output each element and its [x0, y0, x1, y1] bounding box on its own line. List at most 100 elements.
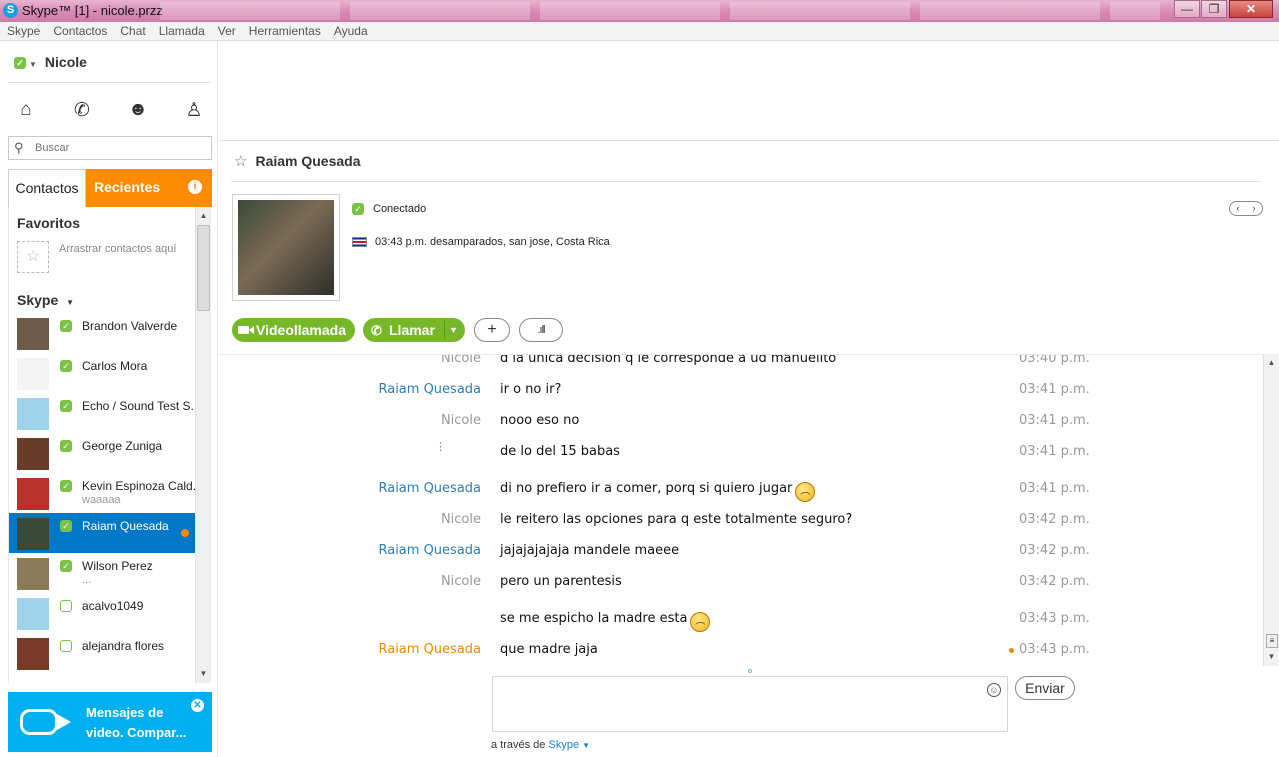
- message-time: 03:41 p.m.: [1019, 413, 1090, 428]
- message-sender[interactable]: Nicole: [441, 574, 481, 589]
- menu-item-herramientas[interactable]: Herramientas: [242, 22, 327, 38]
- menu-item-skype[interactable]: Skype: [0, 22, 46, 38]
- message-text-container: ir o no ir?: [500, 382, 561, 397]
- message-time: 03:41 p.m.: [1019, 481, 1090, 496]
- chevron-down-icon[interactable]: ▼: [449, 318, 458, 342]
- contact-item[interactable]: ✓ Raiam Quesada: [9, 513, 195, 553]
- message-text: d la unica decision q le corresponde a u…: [500, 354, 837, 366]
- tab-contacts[interactable]: Contactos: [8, 169, 86, 207]
- chevron-down-icon: ▼: [66, 298, 75, 307]
- skype-section-header[interactable]: Skype ▼: [17, 292, 74, 308]
- message-text: se me espicho la madre esta: [500, 611, 688, 626]
- video-call-button[interactable]: Videollamada: [232, 318, 355, 342]
- group-icon[interactable]: ☻: [124, 99, 152, 123]
- add-to-call-button[interactable]: +: [474, 318, 510, 342]
- message-time: 03:43 p.m.: [1019, 642, 1090, 657]
- message-sender[interactable]: Raiam Quesada: [378, 382, 481, 397]
- message-time: 03:42 p.m.: [1019, 512, 1090, 527]
- contact-item[interactable]: ✓ Wilson Perez...: [9, 553, 195, 593]
- send-button[interactable]: Enviar: [1015, 676, 1075, 700]
- message-sender[interactable]: Nicole: [441, 512, 481, 527]
- contact-item[interactable]: ✓ Brandon Valverde: [9, 313, 195, 353]
- message-input[interactable]: [497, 681, 977, 727]
- emoticon-icon[interactable]: ☺: [987, 683, 1001, 697]
- chevron-right-icon[interactable]: ›: [1253, 202, 1256, 215]
- menu-item-chat[interactable]: Chat: [113, 22, 151, 38]
- contact-item[interactable]: ✓ Kevin Espinoza Cald... waaaaa: [9, 473, 203, 513]
- menu-item-contactos[interactable]: Contactos: [46, 22, 113, 38]
- conversation-header: ☆ Raiam Quesada: [234, 152, 361, 170]
- message-compose-box[interactable]: ☺: [492, 676, 1008, 732]
- favorite-star-icon[interactable]: ☆: [234, 153, 247, 170]
- message-sender[interactable]: Raiam Quesada: [378, 481, 481, 496]
- message-history: Nicole d la unica decision q le correspon…: [219, 354, 1264, 666]
- chevron-down-icon[interactable]: ▼: [582, 741, 590, 750]
- message-sender[interactable]: Nicole: [441, 413, 481, 428]
- menu-item-llamada[interactable]: Llamada: [152, 22, 211, 38]
- home-icon[interactable]: ⌂: [12, 99, 40, 123]
- contact-item[interactable]: alejandra flores: [9, 633, 195, 673]
- tab-recent-label: Recientes: [94, 179, 161, 195]
- contact-item[interactable]: ✓ George Zuniga: [9, 433, 195, 473]
- scroll-thumb[interactable]: [197, 225, 210, 311]
- message-text: jajajajajaja mandele maeee: [500, 543, 680, 558]
- contact-item[interactable]: acalvo1049: [9, 593, 195, 633]
- avatar: [17, 398, 49, 430]
- favorites-hint: Arrastrar contactos aquí: [59, 243, 177, 255]
- contact-item[interactable]: ✓ Echo / Sound Test S...: [9, 393, 201, 433]
- message-text: pero un parentesis: [500, 574, 622, 589]
- contacts-tabs: Contactos Recientes i: [8, 169, 212, 207]
- message-sender[interactable]: Raiam Quesada: [378, 543, 481, 558]
- favorites-title: Favoritos: [17, 215, 81, 231]
- contact-list-scrollbar[interactable]: ▲ ▼: [195, 207, 211, 683]
- menu-bar: Skype Contactos Chat Llamada Ver Herramientas…: [0, 22, 1279, 41]
- prev-next-arrows[interactable]: ‹ ›: [1229, 201, 1263, 216]
- skype-app-icon: S: [3, 3, 18, 18]
- call-quality-button[interactable]: .ıll: [519, 318, 563, 342]
- add-contact-icon[interactable]: ♙: [180, 99, 208, 123]
- call-button[interactable]: ✆ Llamar ▼: [363, 318, 465, 342]
- contact-item[interactable]: ✓ Carlos Mora: [9, 353, 195, 393]
- via-skype-link[interactable]: Skype: [548, 739, 579, 751]
- chevron-left-icon[interactable]: ‹: [1237, 202, 1240, 215]
- message-text-container: jajajajajaja mandele maeee: [500, 543, 679, 558]
- scroll-down-icon[interactable]: ▼: [196, 667, 211, 681]
- menu-item-ayuda[interactable]: Ayuda: [327, 22, 374, 38]
- message-time: 03:41 p.m.: [1019, 444, 1090, 459]
- send-via: a través de Skype ▼: [491, 739, 590, 751]
- message-sender[interactable]: Raiam Quesada: [378, 642, 481, 657]
- search-box[interactable]: ⚲: [8, 136, 212, 160]
- profile-header[interactable]: ✓ ▼ Nicole: [14, 54, 87, 70]
- status-text: Conectado: [373, 203, 427, 215]
- message-time: 03:42 p.m.: [1019, 543, 1090, 558]
- scroll-down-icon[interactable]: ▼: [1264, 650, 1279, 664]
- search-icon: ⚲: [14, 140, 24, 155]
- sidebar: ✓▼Nicole ⌂ ✆ ☻ ♙ ⚲ Contactos Recientes i…: [0, 41, 218, 757]
- phone-icon[interactable]: ✆: [68, 99, 96, 123]
- avatar: [17, 518, 49, 550]
- close-promo-icon[interactable]: ✕: [191, 699, 204, 712]
- online-status-icon: ✓: [60, 480, 72, 492]
- conversation-title: Raiam Quesada: [255, 153, 361, 169]
- divider: [219, 140, 1279, 141]
- menu-item-ver[interactable]: Ver: [211, 22, 242, 38]
- typing-indicator: [748, 669, 752, 673]
- minimize-button[interactable]: —: [1174, 0, 1200, 18]
- divider: [444, 321, 445, 339]
- message-sender[interactable]: Nicole: [441, 355, 481, 366]
- search-input[interactable]: [35, 140, 205, 156]
- scroll-thumb[interactable]: ≡: [1266, 634, 1278, 648]
- contact-photo[interactable]: [232, 194, 340, 301]
- online-status-icon: ✓: [60, 520, 72, 532]
- video-message-promo[interactable]: Mensajes de video. Compar... ✕: [8, 692, 212, 752]
- message-scrollbar[interactable]: ▲ ≡ ▼: [1263, 354, 1279, 666]
- unread-dot: [181, 529, 189, 537]
- contact-name: alejandra flores: [82, 639, 165, 653]
- scroll-up-icon[interactable]: ▲: [196, 209, 211, 223]
- scroll-up-icon[interactable]: ▲: [1264, 356, 1279, 370]
- maximize-button[interactable]: ❐: [1201, 0, 1227, 18]
- close-button[interactable]: ✕: [1229, 0, 1273, 18]
- tab-recent[interactable]: Recientes i: [86, 169, 212, 207]
- contact-mood: waaaaa: [82, 494, 121, 506]
- message-time: 03:43 p.m.: [1019, 611, 1090, 626]
